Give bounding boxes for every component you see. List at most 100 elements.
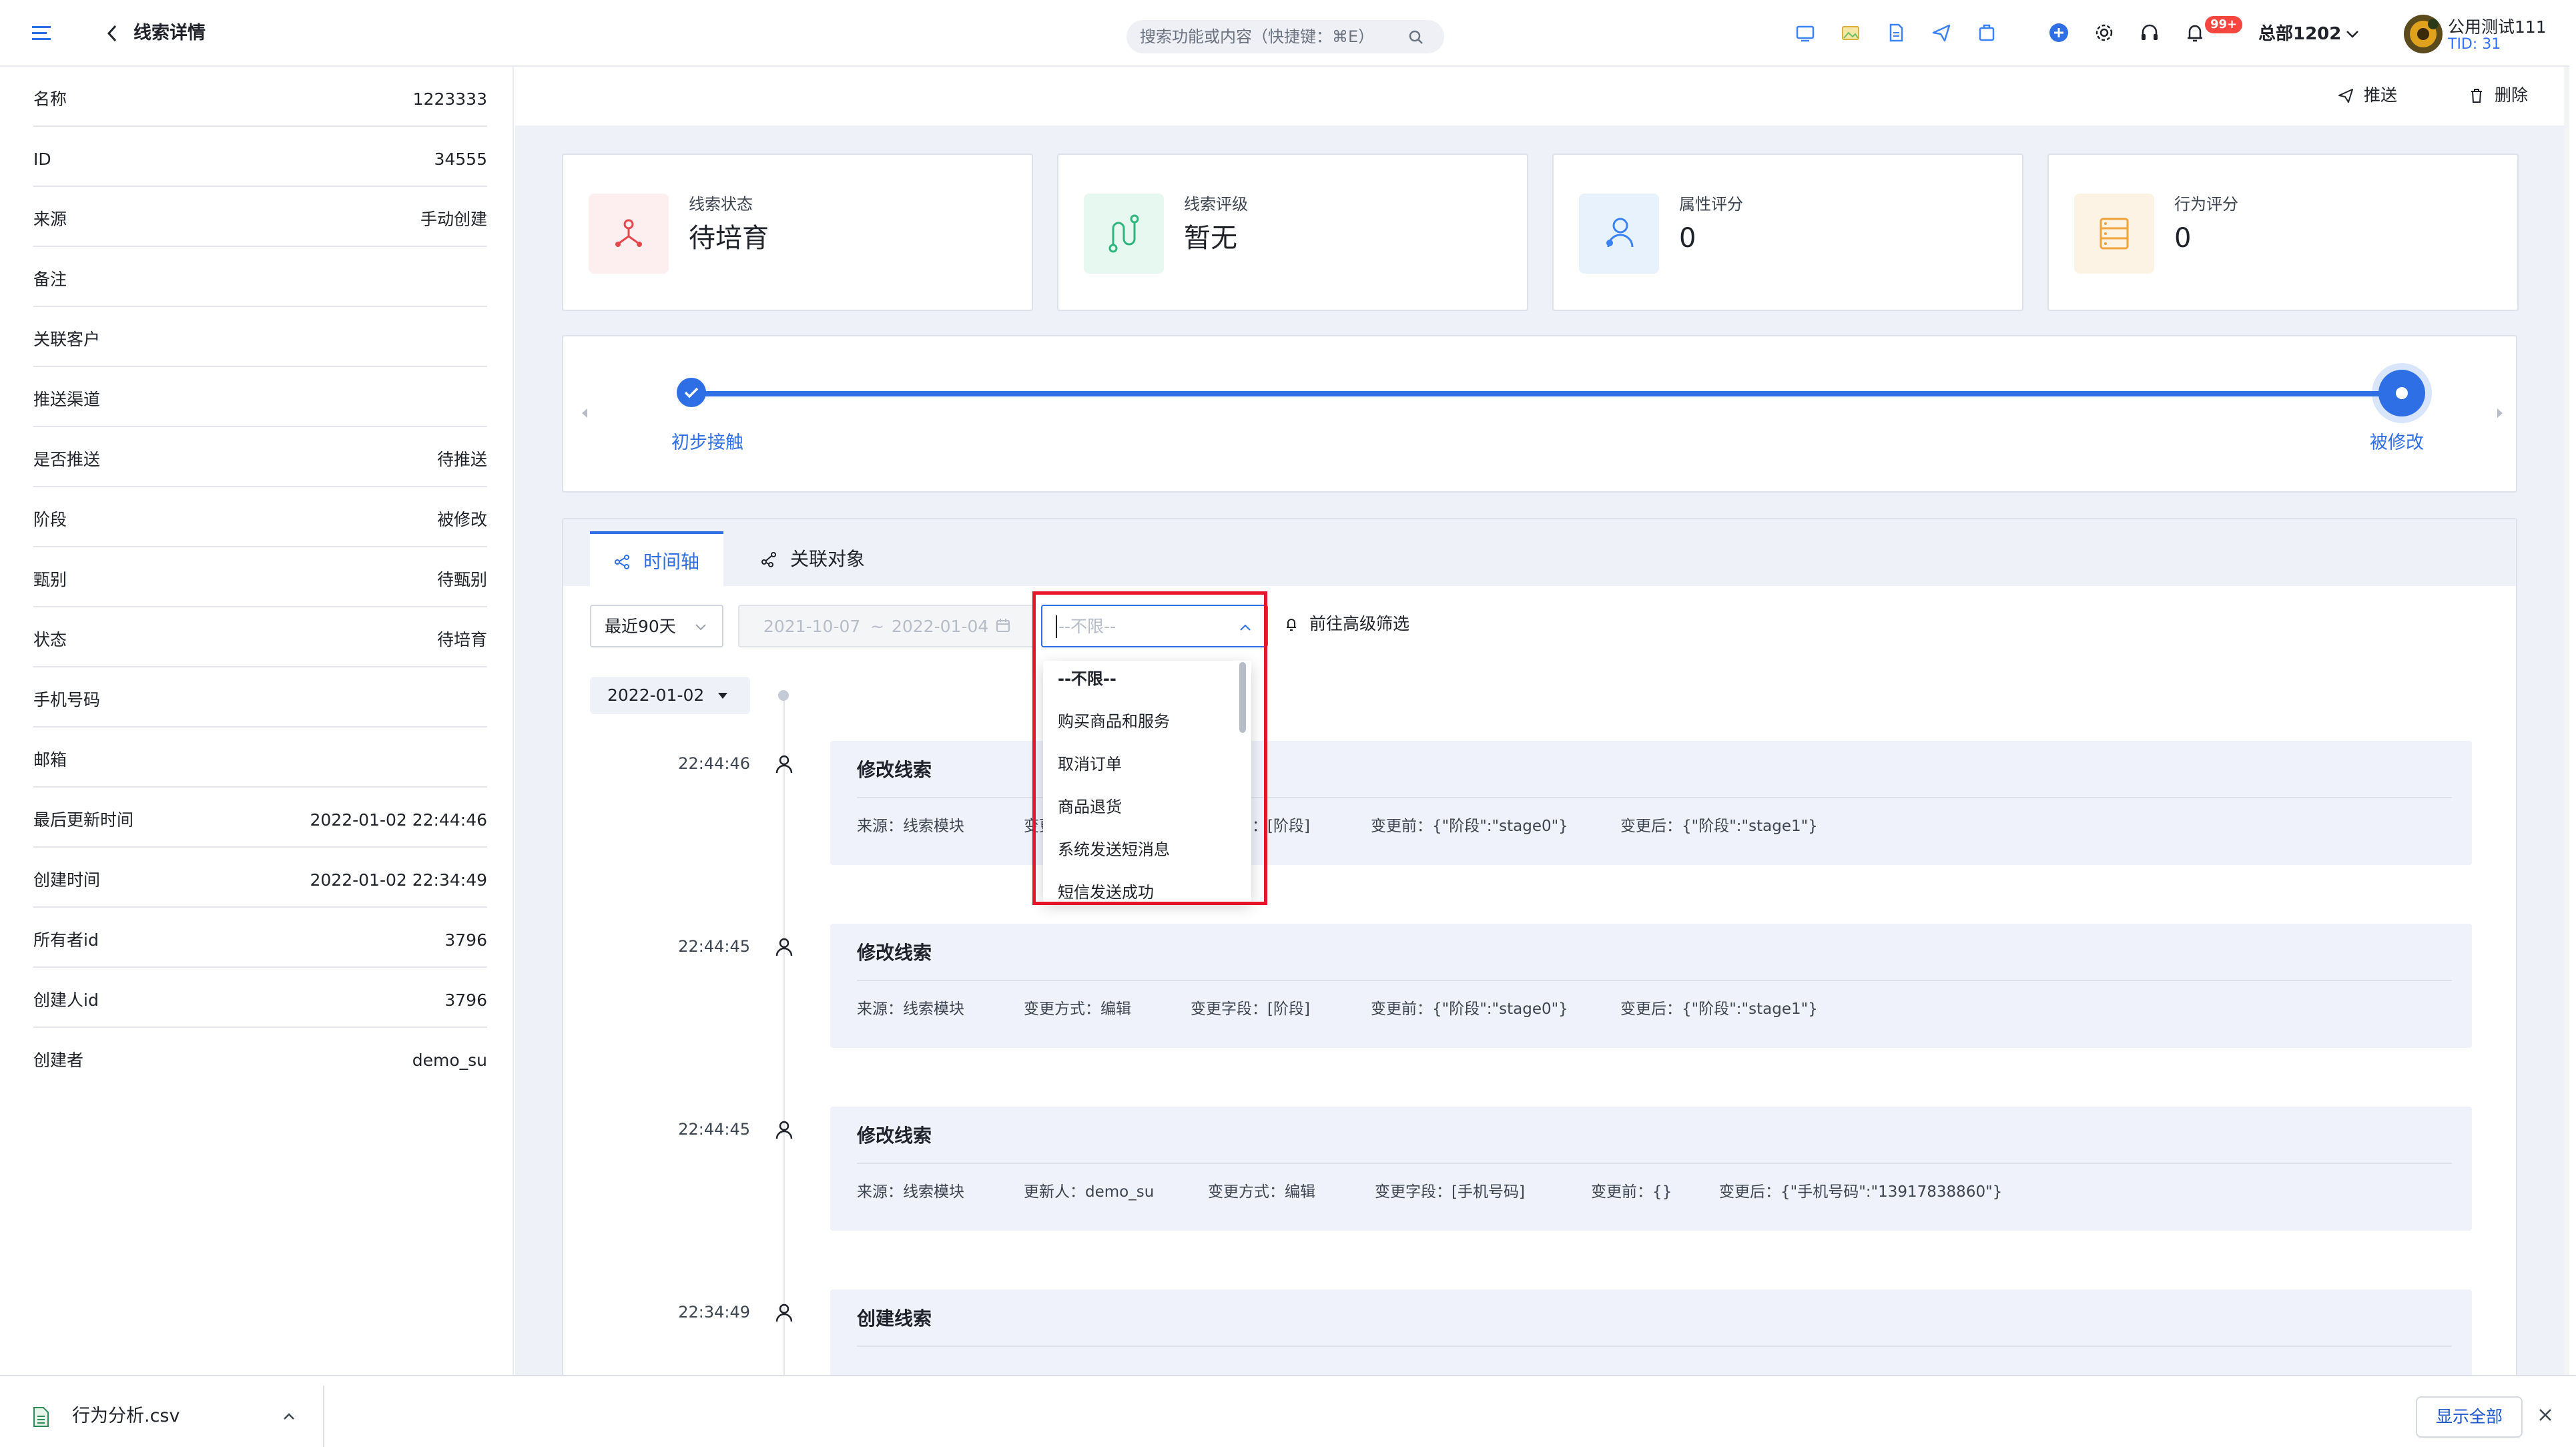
search-placeholder: 搜索功能或内容（快捷键：⌘E） bbox=[1140, 27, 1375, 46]
stat-label: 属性评分 bbox=[1679, 195, 1743, 214]
caret-down-icon bbox=[718, 693, 727, 699]
top-bar: 线索详情 搜索功能或内容（快捷键：⌘E） 99+ 总部1202 公用测试111 … bbox=[0, 0, 2569, 67]
entry-meta: 变更后：{"手机号码":"13917838860"} bbox=[1719, 1183, 2003, 1201]
info-row-creator: 创建者 demo_su bbox=[33, 1028, 487, 1088]
caret-left-icon[interactable] bbox=[577, 403, 593, 423]
info-row-push: 是否推送 待推送 bbox=[33, 427, 487, 487]
user-name[interactable]: 公用测试111 bbox=[2448, 17, 2547, 37]
entry-time: 22:44:45 bbox=[678, 1120, 750, 1139]
tab-bar: 时间轴 关联对象 bbox=[563, 519, 2516, 587]
list-score-icon bbox=[2074, 194, 2154, 274]
lead-info-sidebar: 名称 1223333 ID 34555 来源 手动创建 备注 关联客户 推送渠道 是否… bbox=[0, 67, 514, 1375]
action-bar: 推送 删除 bbox=[515, 67, 2569, 125]
info-label: 阶段 bbox=[33, 510, 67, 529]
info-row-channel: 推送渠道 bbox=[33, 367, 487, 427]
stage-progress: 初步接触 被修改 bbox=[562, 335, 2517, 493]
main-content: 推送 删除 线索状态 待培育 线索评级 暂无 属性评分 0 行为评分 0 初步接… bbox=[515, 67, 2569, 1388]
entry-meta: 变更前：{"阶段":"stage0"} bbox=[1371, 1000, 1568, 1018]
relation-icon bbox=[761, 552, 776, 567]
global-search-input[interactable]: 搜索功能或内容（快捷键：⌘E） bbox=[1126, 20, 1444, 53]
csv-file-icon bbox=[31, 1406, 51, 1428]
info-label: 推送渠道 bbox=[33, 390, 101, 409]
avatar[interactable] bbox=[2404, 15, 2443, 53]
page-scrollbar[interactable] bbox=[2564, 67, 2569, 1375]
stat-card-behavior-score: 行为评分 0 bbox=[2047, 154, 2519, 311]
timeline-entry: 修改线索 来源：线索模块 更新人：demo_su 变更方式：编辑 变更字段：[手… bbox=[830, 1107, 2472, 1231]
entry-meta: 变更后：{"阶段":"stage1"} bbox=[1620, 818, 1818, 835]
headset-icon[interactable] bbox=[2138, 21, 2161, 44]
timeline-date: 2022-01-02 bbox=[607, 685, 705, 705]
image-icon[interactable] bbox=[1839, 21, 1862, 44]
stat-value: 暂无 bbox=[1184, 223, 1237, 254]
info-row-stage: 阶段 被修改 bbox=[33, 487, 487, 547]
app-window: 线索详情 搜索功能或内容（快捷键：⌘E） 99+ 总部1202 公用测试111 … bbox=[0, 0, 2576, 1455]
info-row-owner-id: 所有者id 3796 bbox=[33, 908, 487, 968]
info-label: 创建人id bbox=[33, 990, 99, 1010]
info-label: 关联客户 bbox=[33, 330, 101, 349]
entry-divider bbox=[857, 980, 2452, 981]
stat-card-lead-rating: 线索评级 暂无 bbox=[1057, 154, 1528, 311]
stat-value: 0 bbox=[1679, 223, 1696, 254]
entry-meta: 来源：线索模块 bbox=[857, 1000, 964, 1018]
info-row-id: ID 34555 bbox=[33, 127, 487, 187]
push-label: 推送 bbox=[2364, 85, 2398, 105]
chevron-down-icon[interactable] bbox=[2344, 27, 2361, 41]
entry-divider bbox=[857, 1163, 2452, 1164]
box-icon[interactable] bbox=[1975, 21, 1998, 44]
monitor-icon[interactable] bbox=[1794, 21, 1817, 44]
tab-related-objects[interactable]: 关联对象 bbox=[737, 531, 897, 587]
info-row-remark: 备注 bbox=[33, 247, 487, 307]
stage-done-icon[interactable] bbox=[677, 378, 706, 407]
send-icon[interactable] bbox=[1930, 21, 1953, 44]
plus-circle-icon[interactable] bbox=[2047, 21, 2070, 44]
chevron-down-icon bbox=[695, 624, 706, 631]
share-icon bbox=[615, 555, 629, 569]
range-select[interactable]: 最近90天 bbox=[590, 605, 723, 647]
stat-label: 线索状态 bbox=[689, 195, 753, 214]
info-label: 来源 bbox=[33, 210, 67, 229]
page-title: 线索详情 bbox=[133, 23, 206, 43]
info-row-customer: 关联客户 bbox=[33, 307, 487, 367]
info-value: 手动创建 bbox=[420, 210, 487, 229]
advanced-filter-label: 前往高级筛选 bbox=[1309, 614, 1410, 633]
info-label: 是否推送 bbox=[33, 450, 101, 469]
back-icon[interactable] bbox=[103, 23, 121, 44]
menu-icon[interactable] bbox=[31, 23, 53, 44]
show-all-button[interactable]: 显示全部 bbox=[2416, 1396, 2523, 1438]
stage-current-icon[interactable] bbox=[2378, 370, 2425, 416]
info-label: 手机号码 bbox=[33, 690, 101, 709]
rating-icon bbox=[1084, 194, 1164, 274]
tab-timeline[interactable]: 时间轴 bbox=[590, 531, 723, 587]
download-file-name[interactable]: 行为分析.csv bbox=[72, 1404, 180, 1428]
org-selector[interactable]: 总部1202 bbox=[2258, 23, 2341, 45]
entry-time: 22:44:46 bbox=[678, 754, 750, 773]
document-icon[interactable] bbox=[1885, 21, 1907, 44]
search-icon[interactable] bbox=[1407, 28, 1425, 47]
entry-meta: 来源：线索模块 bbox=[857, 818, 964, 835]
stage-label-current[interactable]: 被修改 bbox=[2344, 431, 2424, 455]
stat-label: 线索评级 bbox=[1184, 195, 1248, 214]
entry-meta: 变更字段：[阶段] bbox=[1191, 1000, 1310, 1018]
timeline-entry: 创建线索 bbox=[830, 1289, 2472, 1387]
timeline-axis bbox=[783, 694, 785, 1388]
bell-icon bbox=[1287, 619, 1296, 631]
user-tid: TID: 31 bbox=[2448, 36, 2501, 53]
timeline-date-group[interactable]: 2022-01-02 bbox=[590, 677, 750, 714]
info-label: ID bbox=[33, 150, 51, 169]
divider bbox=[323, 1386, 324, 1447]
info-value: 34555 bbox=[434, 150, 487, 169]
entry-title: 修改线索 bbox=[857, 759, 932, 781]
close-icon[interactable] bbox=[2536, 1406, 2555, 1424]
info-row-updated: 最后更新时间 2022-01-02 22:44:46 bbox=[33, 788, 487, 848]
stage-label-first[interactable]: 初步接触 bbox=[671, 431, 743, 455]
date-range-picker[interactable]: 2021-10-07 ~ 2022-01-04 bbox=[738, 605, 1036, 647]
caret-right-icon[interactable] bbox=[2492, 403, 2508, 423]
info-label: 创建者 bbox=[33, 1051, 84, 1070]
stat-value: 待培育 bbox=[689, 223, 769, 254]
info-label: 所有者id bbox=[33, 930, 99, 950]
info-label: 备注 bbox=[33, 270, 67, 289]
chevron-up-icon[interactable] bbox=[280, 1410, 298, 1423]
gear-icon[interactable] bbox=[2093, 21, 2116, 44]
entry-meta: 变更前：{"阶段":"stage0"} bbox=[1371, 818, 1568, 835]
bell-icon[interactable] bbox=[2184, 21, 2206, 44]
